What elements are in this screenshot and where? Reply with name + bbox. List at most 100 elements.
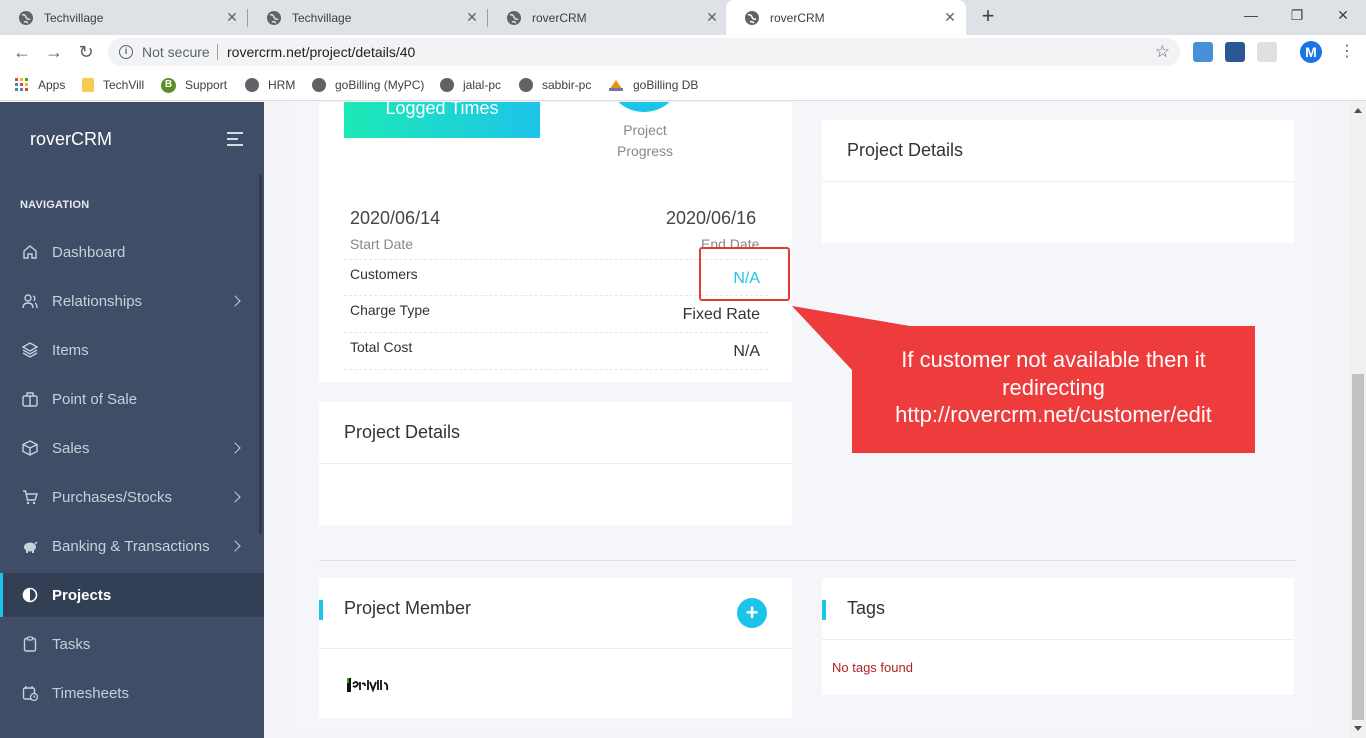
annotation-callout: If customer not available then it redire… — [852, 326, 1255, 453]
forward-arrow-icon[interactable]: → — [42, 40, 66, 64]
close-tab-icon[interactable]: ✕ — [224, 9, 240, 25]
sidebar-item-label: Purchases/Stocks — [52, 488, 173, 506]
sidebar-item-relationships[interactable]: Relationships — [0, 279, 264, 323]
omnibox[interactable]: i Not secure rovercrm.net/project/detail… — [108, 38, 1180, 66]
bookmark-gobilling-db[interactable]: goBilling DB — [608, 76, 698, 94]
globe-icon — [440, 78, 454, 92]
sidebar-item-label: Banking & Transactions — [52, 537, 210, 555]
bookmark-gobilling-mypc[interactable]: goBilling (MyPC) — [312, 76, 424, 94]
extension-download-icon[interactable] — [1225, 42, 1245, 62]
bookmark-label: TechVill — [103, 78, 145, 92]
folder-icon — [82, 78, 94, 92]
minimize-icon[interactable]: — — [1228, 0, 1274, 30]
sidebar-item-tasks[interactable]: Tasks — [0, 622, 264, 666]
piggy-bank-icon — [24, 541, 38, 553]
sidebar-item-dashboard[interactable]: Dashboard — [0, 230, 264, 274]
bookmark-star-icon[interactable]: ☆ — [1155, 42, 1170, 62]
card-divider — [822, 181, 1294, 182]
sidebar-item-label: Relationships — [52, 292, 143, 310]
sidebar-item-items[interactable]: Items — [0, 328, 264, 372]
card-title: Project Details — [344, 422, 461, 442]
url-text[interactable]: rovercrm.net/project/details/40 — [227, 44, 415, 60]
scroll-up-icon[interactable] — [1354, 108, 1362, 113]
bookmark-label: Apps — [38, 78, 66, 92]
security-label[interactable]: Not secure — [142, 44, 210, 60]
start-date-label: Start Date — [350, 236, 414, 252]
close-tab-icon[interactable]: ✕ — [704, 9, 720, 25]
extension-fi-icon[interactable] — [1193, 42, 1213, 62]
sidebar-item-projects[interactable]: Projects — [0, 573, 264, 617]
bookmark-label: sabbir-pc — [542, 78, 592, 92]
close-tab-icon[interactable]: ✕ — [942, 9, 958, 25]
bookmark-label: goBilling DB — [633, 78, 699, 92]
close-window-icon[interactable]: ✕ — [1320, 0, 1366, 30]
bookmark-label: jalal-pc — [463, 78, 502, 92]
browser-tab-active[interactable]: roverCRM ✕ — [726, 0, 966, 35]
bookmark-hrm[interactable]: HRM — [245, 76, 295, 94]
support-b-icon: B — [161, 77, 176, 93]
browser-tab[interactable]: Techvillage ✕ — [248, 0, 488, 35]
logged-times-button[interactable]: Logged Times — [344, 102, 540, 138]
extension-doc-icon[interactable] — [1257, 42, 1277, 62]
menu-toggle-icon[interactable] — [227, 132, 245, 146]
add-member-button[interactable]: + — [737, 598, 767, 628]
half-circle-icon — [22, 587, 38, 603]
sidebar-item-label: Dashboard — [52, 243, 126, 261]
section-divider — [319, 560, 1295, 561]
brand-name[interactable]: roverCRM — [30, 129, 112, 150]
start-date-value: 2020/06/14 — [350, 208, 441, 228]
accent-bar — [822, 600, 826, 620]
sidebar: roverCRM NAVIGATION Dashboard Relationsh… — [0, 102, 264, 738]
restore-icon[interactable]: ❐ — [1274, 0, 1320, 30]
sidebar-item-banking-transactions[interactable]: Banking & Transactions — [0, 524, 264, 568]
member-avatar-logo[interactable] — [346, 670, 390, 700]
back-arrow-icon[interactable]: ← — [10, 40, 34, 64]
sidebar-item-point-of-sale[interactable]: Point of Sale — [0, 377, 264, 421]
browser-menu-icon[interactable]: ⋮ — [1339, 40, 1355, 64]
scrollbar-thumb[interactable] — [1352, 374, 1364, 720]
project-details-card-right: Project Details — [822, 120, 1294, 243]
bookmark-sabbir-pc[interactable]: sabbir-pc — [519, 76, 591, 94]
new-tab-button[interactable]: + — [976, 5, 1000, 29]
no-tags-message: No tags found — [832, 660, 913, 675]
bookmark-support[interactable]: B Support — [161, 76, 227, 94]
card-divider — [319, 648, 792, 649]
scroll-down-icon[interactable] — [1354, 726, 1362, 731]
sidebar-item-timesheets[interactable]: Timesheets — [0, 671, 264, 715]
total-cost-value: N/A — [733, 343, 760, 360]
project-details-card-left: Project Details — [319, 402, 792, 525]
bookmark-apps[interactable]: Apps — [15, 76, 65, 94]
page-scrollbar[interactable] — [1350, 102, 1366, 738]
charge-type-value: Fixed Rate — [682, 306, 760, 323]
total-cost-row: Total Cost N/A — [344, 333, 768, 370]
nav-section-label: NAVIGATION — [20, 199, 90, 211]
chevron-right-icon — [229, 442, 241, 454]
card-title: Project Details — [847, 140, 964, 160]
card-title: Project Member — [344, 598, 472, 618]
charge-type-row: Charge Type Fixed Rate — [344, 296, 768, 333]
reload-icon[interactable]: ↻ — [74, 40, 98, 64]
tab-title: roverCRM — [770, 10, 825, 25]
sidebar-item-purchases-stocks[interactable]: Purchases/Stocks — [0, 475, 264, 519]
address-bar-row: ← → ↻ i Not secure rovercrm.net/project/… — [0, 35, 1366, 69]
callout-line1: If customer not available then it — [901, 347, 1206, 372]
box-icon — [22, 440, 38, 456]
profile-avatar[interactable]: M — [1300, 41, 1322, 63]
users-icon — [22, 294, 38, 309]
bookmark-techvill[interactable]: TechVill — [82, 76, 144, 94]
card-divider — [822, 639, 1294, 640]
home-icon — [23, 245, 37, 259]
callout-line3: http://rovercrm.net/customer/edit — [895, 402, 1212, 427]
browser-tab[interactable]: Techvillage ✕ — [0, 0, 248, 35]
browser-tab[interactable]: roverCRM ✕ — [488, 0, 728, 35]
progress-label-line1: Project — [623, 122, 667, 138]
sidebar-item-sales[interactable]: Sales — [0, 426, 264, 470]
close-tab-icon[interactable]: ✕ — [464, 9, 480, 25]
charge-type-label: Charge Type — [350, 302, 430, 318]
customers-label: Customers — [350, 266, 418, 282]
bookmark-jalal-pc[interactable]: jalal-pc — [440, 76, 501, 94]
project-member-card: Project Member + — [319, 578, 792, 718]
sidebar-item-label: Timesheets — [52, 684, 129, 702]
callout-line2: redirecting — [1002, 374, 1105, 400]
info-icon[interactable]: i — [119, 45, 133, 59]
